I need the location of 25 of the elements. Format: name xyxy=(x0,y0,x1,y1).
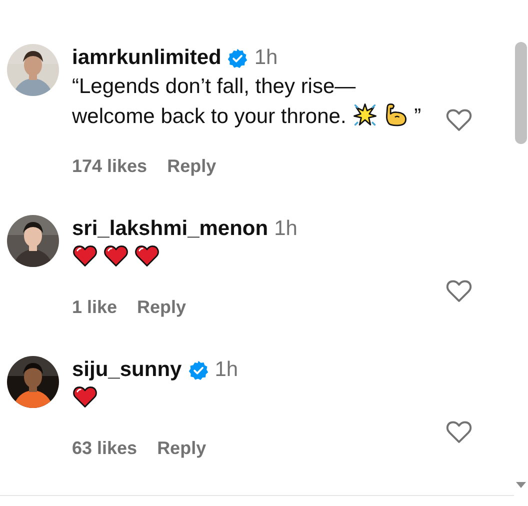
heart-icon xyxy=(134,243,160,269)
heart-icon xyxy=(103,243,129,269)
reply-link[interactable]: Reply xyxy=(157,438,206,459)
username-link[interactable]: sri_lakshmi_menon xyxy=(72,217,268,241)
like-heart-icon[interactable] xyxy=(445,277,473,305)
username-link[interactable]: siju_sunny xyxy=(72,358,182,382)
scroll-down-icon[interactable] xyxy=(516,482,526,488)
like-count[interactable]: 174 likes xyxy=(72,156,148,177)
comment-text: “Legends don’t fall, they rise—welcome back to your throne. xyxy=(72,75,356,128)
reply-link[interactable]: Reply xyxy=(137,297,186,318)
heart-icon xyxy=(72,243,98,269)
username-link[interactable]: iamrkunlimited xyxy=(72,46,222,70)
like-heart-icon[interactable] xyxy=(445,418,473,446)
like-count[interactable]: 63 likes xyxy=(72,438,138,459)
like-heart-icon[interactable] xyxy=(445,106,473,134)
flexed-arm-icon xyxy=(383,102,410,128)
reply-link[interactable]: Reply xyxy=(167,156,216,177)
like-count[interactable]: 1 like xyxy=(72,297,118,318)
scrollbar-thumb[interactable] xyxy=(515,42,527,144)
sparkle-icon xyxy=(352,102,378,128)
heart-icon xyxy=(72,384,98,410)
comment-time: 1h xyxy=(274,217,298,241)
comment-text: ” xyxy=(414,105,422,128)
comment-time: 1h xyxy=(254,46,278,70)
comment-time: 1h xyxy=(214,358,238,382)
